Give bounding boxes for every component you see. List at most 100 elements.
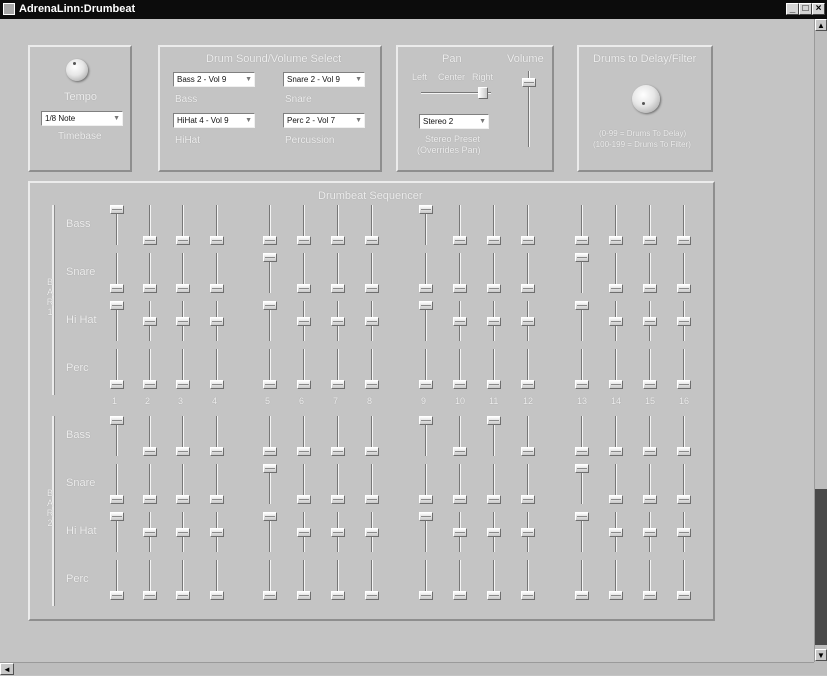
step-fader-thumb[interactable]: [575, 253, 589, 262]
step-fader[interactable]: [297, 253, 311, 293]
step-fader-thumb[interactable]: [643, 284, 657, 293]
horizontal-scrollbar[interactable]: ◄: [0, 662, 814, 675]
step-fader[interactable]: [143, 416, 157, 456]
step-fader[interactable]: [297, 560, 311, 600]
step-fader-thumb[interactable]: [453, 528, 467, 537]
step-fader[interactable]: [365, 253, 379, 293]
app-icon[interactable]: [3, 3, 15, 15]
step-fader[interactable]: [297, 349, 311, 389]
step-fader-thumb[interactable]: [521, 591, 535, 600]
step-fader-thumb[interactable]: [677, 236, 691, 245]
title-bar[interactable]: AdrenaLinn:Drumbeat _ □ ×: [0, 0, 827, 19]
step-fader-thumb[interactable]: [575, 380, 589, 389]
step-fader[interactable]: [487, 205, 501, 245]
step-fader[interactable]: [521, 560, 535, 600]
step-fader-thumb[interactable]: [419, 495, 433, 504]
step-fader[interactable]: [643, 205, 657, 245]
step-fader[interactable]: [176, 464, 190, 504]
step-fader[interactable]: [331, 464, 345, 504]
step-fader-thumb[interactable]: [176, 317, 190, 326]
step-fader[interactable]: [110, 560, 124, 600]
step-fader[interactable]: [419, 349, 433, 389]
scroll-up-arrow-icon[interactable]: ▲: [815, 19, 827, 31]
step-fader-thumb[interactable]: [331, 380, 345, 389]
step-fader-thumb[interactable]: [365, 528, 379, 537]
step-fader[interactable]: [176, 416, 190, 456]
step-fader-thumb[interactable]: [176, 284, 190, 293]
step-fader[interactable]: [110, 349, 124, 389]
step-fader-thumb[interactable]: [110, 591, 124, 600]
step-fader[interactable]: [263, 301, 277, 341]
step-fader-thumb[interactable]: [677, 528, 691, 537]
step-fader[interactable]: [521, 416, 535, 456]
step-fader-thumb[interactable]: [643, 591, 657, 600]
step-fader[interactable]: [143, 464, 157, 504]
step-fader-thumb[interactable]: [575, 301, 589, 310]
step-fader[interactable]: [419, 512, 433, 552]
step-fader[interactable]: [609, 416, 623, 456]
step-fader-thumb[interactable]: [331, 284, 345, 293]
step-fader[interactable]: [677, 349, 691, 389]
bass-sound-dropdown[interactable]: Bass 2 - Vol 9 ▼: [173, 72, 255, 87]
step-fader-thumb[interactable]: [643, 317, 657, 326]
step-fader[interactable]: [263, 416, 277, 456]
step-fader-thumb[interactable]: [677, 495, 691, 504]
step-fader[interactable]: [453, 512, 467, 552]
step-fader-thumb[interactable]: [487, 495, 501, 504]
step-fader[interactable]: [110, 464, 124, 504]
step-fader-thumb[interactable]: [143, 284, 157, 293]
step-fader-thumb[interactable]: [521, 528, 535, 537]
step-fader-thumb[interactable]: [110, 512, 124, 521]
step-fader[interactable]: [110, 253, 124, 293]
step-fader[interactable]: [210, 464, 224, 504]
step-fader-thumb[interactable]: [609, 236, 623, 245]
step-fader[interactable]: [297, 512, 311, 552]
step-fader[interactable]: [487, 464, 501, 504]
step-fader-thumb[interactable]: [365, 447, 379, 456]
step-fader-thumb[interactable]: [210, 591, 224, 600]
step-fader[interactable]: [453, 416, 467, 456]
step-fader-thumb[interactable]: [453, 380, 467, 389]
step-fader[interactable]: [453, 560, 467, 600]
step-fader-thumb[interactable]: [143, 236, 157, 245]
step-fader-thumb[interactable]: [419, 591, 433, 600]
step-fader-thumb[interactable]: [453, 284, 467, 293]
step-fader-thumb[interactable]: [210, 284, 224, 293]
step-fader[interactable]: [643, 253, 657, 293]
step-fader[interactable]: [365, 464, 379, 504]
step-fader[interactable]: [297, 416, 311, 456]
step-fader-thumb[interactable]: [487, 528, 501, 537]
step-fader-thumb[interactable]: [263, 447, 277, 456]
step-fader-thumb[interactable]: [176, 236, 190, 245]
step-fader[interactable]: [331, 253, 345, 293]
step-fader-thumb[interactable]: [521, 284, 535, 293]
delay-filter-knob[interactable]: [632, 85, 660, 113]
step-fader[interactable]: [143, 205, 157, 245]
step-fader-thumb[interactable]: [575, 236, 589, 245]
step-fader[interactable]: [575, 301, 589, 341]
step-fader-thumb[interactable]: [210, 236, 224, 245]
step-fader-thumb[interactable]: [263, 591, 277, 600]
step-fader[interactable]: [263, 512, 277, 552]
step-fader-thumb[interactable]: [643, 528, 657, 537]
step-fader[interactable]: [643, 560, 657, 600]
step-fader[interactable]: [143, 301, 157, 341]
step-fader-thumb[interactable]: [297, 284, 311, 293]
step-fader[interactable]: [575, 349, 589, 389]
step-fader-thumb[interactable]: [521, 495, 535, 504]
step-fader-thumb[interactable]: [365, 284, 379, 293]
step-fader-thumb[interactable]: [143, 528, 157, 537]
step-fader-thumb[interactable]: [419, 416, 433, 425]
step-fader-thumb[interactable]: [609, 528, 623, 537]
step-fader-thumb[interactable]: [609, 380, 623, 389]
step-fader[interactable]: [521, 349, 535, 389]
step-fader-thumb[interactable]: [521, 236, 535, 245]
step-fader[interactable]: [263, 560, 277, 600]
step-fader-thumb[interactable]: [453, 236, 467, 245]
step-fader[interactable]: [143, 253, 157, 293]
step-fader[interactable]: [365, 301, 379, 341]
step-fader-thumb[interactable]: [297, 528, 311, 537]
step-fader[interactable]: [331, 560, 345, 600]
step-fader[interactable]: [143, 560, 157, 600]
snare-sound-dropdown[interactable]: Snare 2 - Vol 9 ▼: [283, 72, 365, 87]
